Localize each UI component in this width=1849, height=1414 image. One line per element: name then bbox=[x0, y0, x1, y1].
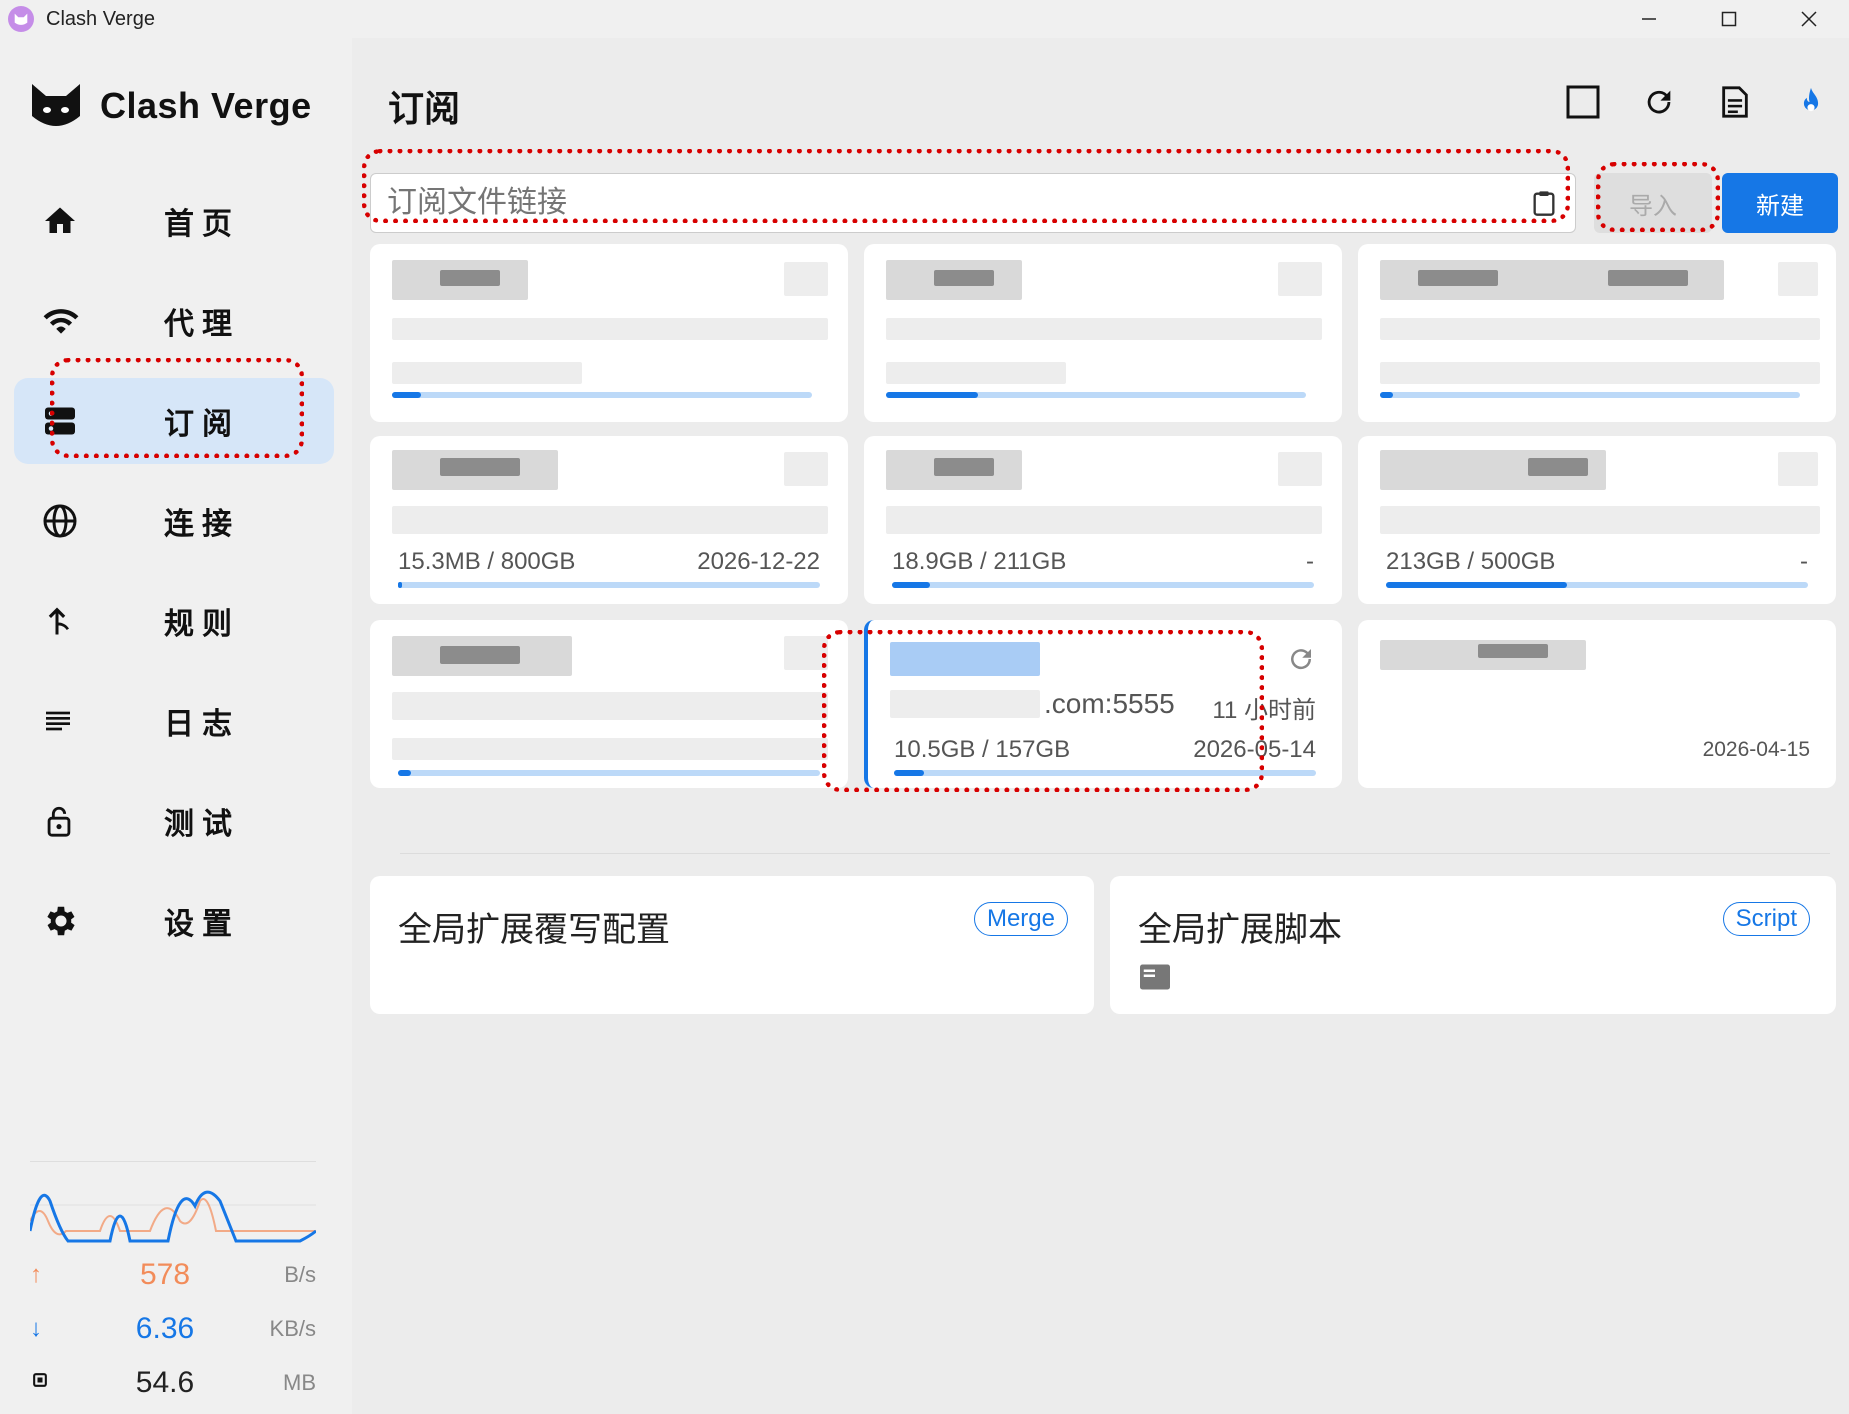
profile-expire: 2026-05-14 bbox=[1193, 736, 1316, 763]
script-file-icon bbox=[1140, 964, 1170, 990]
profile-expire: - bbox=[1800, 548, 1808, 575]
profile-expire: - bbox=[1306, 548, 1314, 575]
profile-expire: 2026-04-15 bbox=[1702, 738, 1810, 761]
sidebar-item-settings[interactable]: 设置 bbox=[14, 878, 334, 964]
lock-icon bbox=[47, 806, 71, 837]
memory-unit: MB bbox=[283, 1370, 316, 1395]
profile-card[interactable]: 15.3MB / 800GB 2026-12-22 bbox=[370, 436, 848, 604]
profile-card[interactable]: 2026-04-15 bbox=[1358, 620, 1836, 788]
toolbar bbox=[1565, 84, 1829, 120]
ext-title: 全局扩展脚本 bbox=[1138, 911, 1342, 949]
download-value: 6.36 bbox=[135, 1312, 195, 1345]
sidebar-item-profiles[interactable]: 订阅 bbox=[14, 378, 334, 464]
chip-icon bbox=[30, 1369, 90, 1397]
sidebar: Clash Verge 首页 代理 订阅 连接 规则 日志 测试 设置 ↑ 57… bbox=[0, 38, 352, 1414]
merge-tag: Merge bbox=[973, 902, 1068, 936]
profile-card-selected[interactable]: .com:5555 11 小时前 10.5GB / 157GB 2026-05-… bbox=[864, 620, 1342, 788]
minimize-button[interactable] bbox=[1609, 0, 1689, 38]
global-merge-card[interactable]: 全局扩展覆写配置 Merge bbox=[370, 876, 1094, 1014]
profile-usage: 10.5GB / 157GB bbox=[894, 736, 1071, 763]
profile-card[interactable] bbox=[864, 244, 1342, 422]
sidebar-item-logs[interactable]: 日志 bbox=[14, 678, 334, 764]
profile-url: .com:5555 bbox=[1044, 688, 1175, 719]
import-button[interactable]: 导入 bbox=[1594, 173, 1712, 233]
profile-updated: 11 小时前 bbox=[1212, 697, 1316, 724]
profile-expire: 2026-12-22 bbox=[697, 548, 820, 575]
upload-row: ↑ 578 B/s bbox=[30, 1248, 316, 1302]
sidebar-item-rules[interactable]: 规则 bbox=[14, 578, 334, 664]
sidebar-item-label: 代理 bbox=[164, 308, 240, 341]
profile-card[interactable]: 18.9GB / 211GB - bbox=[864, 436, 1342, 604]
sidebar-item-home[interactable]: 首页 bbox=[14, 178, 334, 264]
memory-value: 54.6 bbox=[135, 1366, 195, 1399]
sidebar-item-connections[interactable]: 连接 bbox=[14, 478, 334, 564]
new-profile-button[interactable]: 新建 bbox=[1722, 173, 1838, 233]
main-content: 订阅 导入 新建 bbox=[352, 38, 1849, 1414]
arrow-down-icon: ↓ bbox=[30, 1315, 42, 1342]
sidebar-item-label: 规则 bbox=[164, 608, 240, 641]
profile-card[interactable]: 213GB / 500GB - bbox=[1358, 436, 1836, 604]
sidebar-item-label: 首页 bbox=[164, 208, 240, 241]
sidebar-item-label: 订阅 bbox=[164, 408, 240, 441]
title-bar: Clash Verge bbox=[0, 0, 1849, 38]
home-icon bbox=[45, 207, 75, 233]
download-row: ↓ 6.36 KB/s bbox=[30, 1302, 316, 1356]
sidebar-item-label: 连接 bbox=[164, 508, 240, 541]
refresh-icon[interactable] bbox=[1286, 644, 1316, 674]
divider bbox=[400, 853, 1830, 854]
traffic-graph bbox=[30, 1161, 316, 1243]
profile-card[interactable] bbox=[1358, 244, 1836, 422]
flame-icon bbox=[1803, 87, 1819, 112]
refresh-button[interactable] bbox=[1641, 84, 1677, 120]
sidebar-item-label: 设置 bbox=[164, 908, 240, 941]
script-tag: Script bbox=[1722, 902, 1810, 936]
window-title: Clash Verge bbox=[46, 7, 155, 30]
globe-icon bbox=[43, 504, 77, 538]
document-button[interactable] bbox=[1717, 84, 1753, 120]
profile-card[interactable] bbox=[370, 620, 848, 788]
wifi-icon bbox=[43, 309, 79, 334]
server-icon bbox=[45, 407, 75, 435]
sidebar-item-proxy[interactable]: 代理 bbox=[14, 278, 334, 364]
cat-logo-icon bbox=[32, 84, 80, 126]
maximize-icon bbox=[1721, 11, 1737, 27]
square-button[interactable] bbox=[1565, 84, 1601, 120]
profile-usage: 18.9GB / 211GB bbox=[892, 548, 1067, 575]
sidebar-item-test[interactable]: 测试 bbox=[14, 778, 334, 864]
sidebar-item-label: 测试 bbox=[164, 808, 240, 841]
gear-icon bbox=[47, 906, 75, 936]
traffic-stats: ↑ 578 B/s ↓ 6.36 KB/s 54.6 MB bbox=[30, 1248, 316, 1410]
document-icon bbox=[1722, 86, 1748, 118]
clipboard-icon[interactable] bbox=[1530, 187, 1558, 219]
upload-unit: B/s bbox=[284, 1262, 316, 1287]
lines-icon bbox=[46, 711, 70, 731]
sidebar-item-label: 日志 bbox=[164, 708, 240, 741]
logo-text: Clash Verge bbox=[100, 85, 312, 126]
profile-card[interactable] bbox=[370, 244, 848, 422]
profile-usage: 213GB / 500GB bbox=[1386, 548, 1556, 575]
close-icon bbox=[1801, 11, 1817, 27]
page-title: 订阅 bbox=[388, 88, 461, 129]
flame-button[interactable] bbox=[1793, 84, 1829, 120]
logo: Clash Verge bbox=[28, 78, 312, 134]
refresh-icon bbox=[1647, 90, 1671, 114]
fork-arrow-icon bbox=[48, 607, 69, 635]
close-button[interactable] bbox=[1769, 0, 1849, 38]
profile-usage: 15.3MB / 800GB bbox=[398, 548, 576, 575]
download-unit: KB/s bbox=[269, 1316, 316, 1341]
import-row: 导入 新建 bbox=[370, 173, 1846, 233]
square-icon bbox=[1566, 85, 1600, 119]
arrow-up-icon: ↑ bbox=[30, 1261, 42, 1288]
cat-app-icon bbox=[8, 6, 34, 32]
global-script-card[interactable]: 全局扩展脚本 Script bbox=[1110, 876, 1836, 1014]
minimize-icon bbox=[1642, 18, 1656, 20]
memory-row: 54.6 MB bbox=[30, 1356, 316, 1410]
nav-menu: 首页 代理 订阅 连接 规则 日志 测试 设置 bbox=[14, 178, 334, 978]
maximize-button[interactable] bbox=[1689, 0, 1769, 38]
upload-value: 578 bbox=[139, 1258, 191, 1291]
subscription-url-input[interactable] bbox=[370, 173, 1576, 233]
ext-title: 全局扩展覆写配置 bbox=[398, 911, 670, 949]
